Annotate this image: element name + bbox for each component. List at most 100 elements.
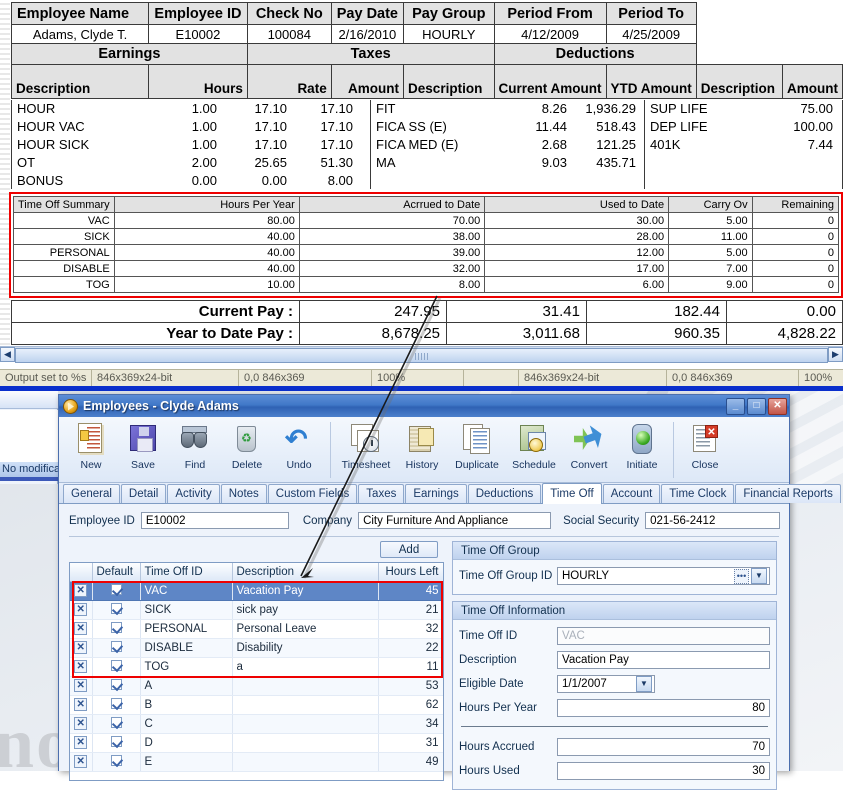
row-time-off-id[interactable]: C	[140, 714, 233, 734]
row-default-cell[interactable]	[92, 733, 141, 753]
tab-deductions[interactable]: Deductions	[467, 484, 542, 503]
toolbar-button-duplicate[interactable]: Duplicate	[448, 420, 506, 480]
default-checkbox[interactable]	[110, 754, 122, 766]
row-delete-cell[interactable]: ✕	[70, 714, 93, 734]
row-description[interactable]: sick pay	[232, 600, 379, 620]
scrollbar-track[interactable]	[15, 347, 828, 363]
scroll-left-arrow-icon[interactable]: ◀	[0, 347, 15, 362]
default-checkbox[interactable]	[110, 583, 122, 595]
grid-header-delete[interactable]	[70, 563, 93, 582]
table-row[interactable]: ✕ A 53	[70, 676, 443, 696]
row-time-off-id[interactable]: VAC	[140, 581, 233, 601]
row-time-off-id[interactable]: A	[140, 676, 233, 696]
toolbar-button-undo[interactable]: ↶ Undo	[273, 420, 325, 480]
row-description[interactable]: a	[232, 657, 379, 677]
toolbar-button-find[interactable]: Find	[169, 420, 221, 480]
row-delete-cell[interactable]: ✕	[70, 752, 93, 772]
company-input[interactable]: City Furniture And Appliance	[358, 512, 552, 529]
tab-custom-fields[interactable]: Custom Fields	[267, 484, 358, 503]
row-description[interactable]	[232, 695, 379, 715]
grid-header-hours-left[interactable]: Hours Left	[378, 563, 443, 582]
table-row[interactable]: ✕ C 34	[70, 714, 443, 734]
row-hours-left[interactable]: 22	[378, 638, 443, 658]
scroll-right-arrow-icon[interactable]: ▶	[828, 347, 843, 362]
employee-id-input[interactable]: E10002	[140, 512, 289, 529]
row-time-off-id[interactable]: SICK	[140, 600, 233, 620]
delete-row-icon[interactable]: ✕	[74, 603, 88, 616]
tab-general[interactable]: General	[63, 484, 120, 503]
default-checkbox[interactable]	[110, 602, 122, 614]
row-delete-cell[interactable]: ✕	[70, 638, 93, 658]
table-row[interactable]: ✕ TOG a 11	[70, 657, 443, 677]
window-title-bar[interactable]: Employees - Clyde Adams _ □ ✕	[59, 395, 789, 417]
delete-row-icon[interactable]: ✕	[74, 622, 88, 635]
tab-notes[interactable]: Notes	[220, 484, 267, 503]
row-description[interactable]	[232, 714, 379, 734]
row-hours-left[interactable]: 62	[378, 695, 443, 715]
detail-input[interactable]: 30	[557, 762, 770, 780]
default-checkbox[interactable]	[110, 716, 122, 728]
time-off-grid[interactable]: Default Time Off ID Description Hours Left …	[69, 562, 444, 781]
grid-header-description[interactable]: Description	[232, 563, 379, 582]
row-time-off-id[interactable]: DISABLE	[140, 638, 233, 658]
row-default-cell[interactable]	[92, 657, 141, 677]
row-time-off-id[interactable]: PERSONAL	[140, 619, 233, 639]
employees-window[interactable]: Employees - Clyde Adams _ □ ✕ New Save F…	[58, 394, 841, 790]
social-security-input[interactable]: 021-56-2412	[645, 512, 781, 529]
row-time-off-id[interactable]: TOG	[140, 657, 233, 677]
delete-row-icon[interactable]: ✕	[74, 717, 88, 730]
row-hours-left[interactable]: 45	[378, 581, 443, 601]
delete-row-icon[interactable]: ✕	[74, 660, 88, 673]
row-time-off-id[interactable]: D	[140, 733, 233, 753]
row-description[interactable]: Disability	[232, 638, 379, 658]
chevron-down-icon[interactable]: ▼	[751, 568, 767, 584]
tab-strip[interactable]: General Detail Activity Notes Custom Fields T…	[59, 483, 841, 504]
detail-input[interactable]: Vacation Pay	[557, 651, 770, 669]
delete-row-icon[interactable]: ✕	[74, 679, 88, 692]
delete-row-icon[interactable]: ✕	[74, 641, 88, 654]
grid-header-time-off-id[interactable]: Time Off ID	[140, 563, 233, 582]
time-off-group-id-combo[interactable]: HOURLY ••• ▼	[557, 567, 770, 585]
eligible-date-combo[interactable]: 1/1/2007 ▼	[557, 675, 655, 693]
report-horizontal-scrollbar[interactable]: ◀ ▶	[0, 346, 843, 363]
row-default-cell[interactable]	[92, 638, 141, 658]
row-default-cell[interactable]	[92, 752, 141, 772]
row-hours-left[interactable]: 21	[378, 600, 443, 620]
row-delete-cell[interactable]: ✕	[70, 733, 93, 753]
row-hours-left[interactable]: 32	[378, 619, 443, 639]
toolbar-button-history[interactable]: History	[396, 420, 448, 480]
table-row[interactable]: ✕ VAC Vacation Pay 45	[70, 581, 443, 601]
row-default-cell[interactable]	[92, 714, 141, 734]
detail-input[interactable]: 70	[557, 738, 770, 756]
window-toolbar[interactable]: New Save Find ♻ Delete ↶ Undo Timesheet …	[59, 417, 789, 483]
row-description[interactable]	[232, 676, 379, 696]
delete-row-icon[interactable]: ✕	[74, 755, 88, 768]
table-row[interactable]: ✕ B 62	[70, 695, 443, 715]
default-checkbox[interactable]	[110, 621, 122, 633]
close-button[interactable]: ✕	[768, 397, 787, 415]
minimize-button[interactable]: _	[726, 397, 745, 415]
tab-account[interactable]: Account	[602, 484, 661, 503]
default-checkbox[interactable]	[110, 659, 122, 671]
add-button[interactable]: Add	[380, 541, 438, 558]
window-controls[interactable]: _ □ ✕	[726, 397, 787, 415]
lookup-ellipsis-icon[interactable]: •••	[734, 568, 749, 584]
row-delete-cell[interactable]: ✕	[70, 619, 93, 639]
row-hours-left[interactable]: 34	[378, 714, 443, 734]
chevron-down-icon[interactable]: ▼	[636, 676, 652, 692]
tab-earnings[interactable]: Earnings	[405, 484, 467, 503]
grid-header-default[interactable]: Default	[92, 563, 141, 582]
row-description[interactable]	[232, 733, 379, 753]
table-row[interactable]: ✕ E 49	[70, 752, 443, 772]
row-time-off-id[interactable]: B	[140, 695, 233, 715]
row-default-cell[interactable]	[92, 676, 141, 696]
tab-time-off[interactable]: Time Off	[542, 483, 602, 504]
default-checkbox[interactable]	[110, 697, 122, 709]
row-delete-cell[interactable]: ✕	[70, 695, 93, 715]
tab-financial-reports[interactable]: Financial Reports	[735, 484, 841, 503]
row-description[interactable]: Vacation Pay	[232, 581, 379, 601]
row-default-cell[interactable]	[92, 619, 141, 639]
maximize-button[interactable]: □	[747, 397, 766, 415]
delete-row-icon[interactable]: ✕	[74, 584, 88, 597]
row-description[interactable]: Personal Leave	[232, 619, 379, 639]
